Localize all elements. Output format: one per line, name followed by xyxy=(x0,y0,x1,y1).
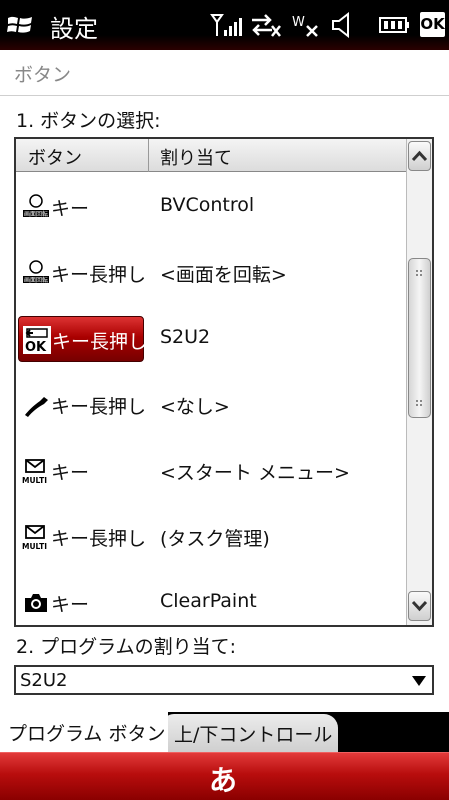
list-row[interactable]: 画面回転 キー BVControl xyxy=(16,174,408,240)
chevron-down-icon xyxy=(411,600,428,612)
row-assignment: ClearPaint xyxy=(160,590,257,612)
row-assignment: <スタート メニュー> xyxy=(160,462,350,484)
grip-icon xyxy=(416,270,422,406)
column-header-assignment[interactable]: 割り当て xyxy=(160,144,232,170)
multi-mail-icon: MULTI xyxy=(22,459,47,485)
list-row[interactable]: MULTI キー <スタート メニュー> xyxy=(16,438,408,504)
svg-text:MULTI: MULTI xyxy=(22,476,47,485)
row-assignment: (タスク管理) xyxy=(160,528,270,550)
row-button-label: キー xyxy=(51,198,90,220)
row-button-label: キー長押し xyxy=(51,396,147,418)
ok-button[interactable]: OK xyxy=(420,12,445,37)
svg-text:OK: OK xyxy=(25,340,47,354)
program-select-value: S2U2 xyxy=(20,670,68,691)
data-connection-icon[interactable] xyxy=(250,12,282,38)
list-row[interactable]: キー長押し <なし> xyxy=(16,372,408,438)
program-assign-label: 2. プログラムの割り当て: xyxy=(16,636,236,658)
tab-label: 上/下コントロール xyxy=(174,724,333,746)
input-mode-button[interactable]: あ xyxy=(209,759,237,799)
list-row[interactable]: MULTI キー長押し (タスク管理) xyxy=(16,504,408,570)
camera-icon xyxy=(25,594,47,612)
row-button-label: キー xyxy=(51,594,90,616)
rotate-screen-icon: 画面回転 xyxy=(23,260,49,284)
list-row[interactable]: キー ClearPaint xyxy=(16,570,408,625)
row-assignment: S2U2 xyxy=(160,326,211,348)
scroll-thumb[interactable] xyxy=(408,258,431,418)
speaker-icon[interactable] xyxy=(330,12,356,38)
windows-start-icon[interactable] xyxy=(6,12,34,38)
svg-text:W: W xyxy=(292,15,305,30)
soft-key-bar: あ xyxy=(0,752,449,800)
tab-up-down-control[interactable]: 上/下コントロール xyxy=(162,714,338,752)
list-row[interactable]: 画面回転 キー長押し <画面を回転> xyxy=(16,240,408,306)
svg-text:MULTI: MULTI xyxy=(22,542,47,551)
row-button-label: キー長押し xyxy=(51,264,147,286)
row-assignment: BVControl xyxy=(160,194,255,216)
list-row-selected[interactable]: OK キー長押し S2U2 xyxy=(16,306,408,372)
multi-mail-icon: MULTI xyxy=(22,525,47,551)
page-subheader: ボタン xyxy=(0,50,449,96)
phone-end-icon xyxy=(25,397,48,417)
row-assignment: <画面を回転> xyxy=(160,264,287,286)
list-scrollbar[interactable] xyxy=(406,139,432,625)
row-button-label: キー長押し xyxy=(51,528,147,550)
svg-text:画面回転: 画面回転 xyxy=(24,276,48,284)
svg-text:画面回転: 画面回転 xyxy=(24,210,48,218)
tab-bar: 上/下コントロール プログラム ボタン xyxy=(0,712,449,752)
row-assignment: <なし> xyxy=(160,396,230,418)
scroll-up-button[interactable] xyxy=(408,141,431,171)
button-list[interactable]: ボタン 割り当て 画面回転 キー BVControl 画面回転 キー長押し <画… xyxy=(14,137,434,627)
scroll-down-button[interactable] xyxy=(408,591,431,621)
wifi-off-icon[interactable]: W xyxy=(292,12,320,38)
column-header-button[interactable]: ボタン xyxy=(28,144,82,170)
selected-row-highlight: OK キー長押し xyxy=(18,316,148,362)
chevron-up-icon xyxy=(411,150,428,162)
status-bar: 設定 W OK xyxy=(0,0,449,50)
ok-back-icon: OK xyxy=(23,326,51,354)
program-select[interactable]: S2U2 xyxy=(14,665,434,695)
row-button-label: キー xyxy=(51,462,90,484)
page-title: ボタン xyxy=(14,64,72,86)
dropdown-arrow-icon[interactable] xyxy=(412,676,426,686)
list-header: ボタン 割り当て xyxy=(16,139,408,172)
row-button-label: キー長押し xyxy=(52,331,148,353)
button-select-label: 1. ボタンの選択: xyxy=(16,110,161,132)
rotate-screen-icon: 画面回転 xyxy=(23,194,49,218)
signal-icon[interactable] xyxy=(210,12,244,38)
app-title: 設定 xyxy=(50,15,98,43)
tab-program-button[interactable]: プログラム ボタン xyxy=(0,712,168,752)
tab-label: プログラム ボタン xyxy=(8,723,166,745)
battery-icon[interactable] xyxy=(378,12,410,38)
